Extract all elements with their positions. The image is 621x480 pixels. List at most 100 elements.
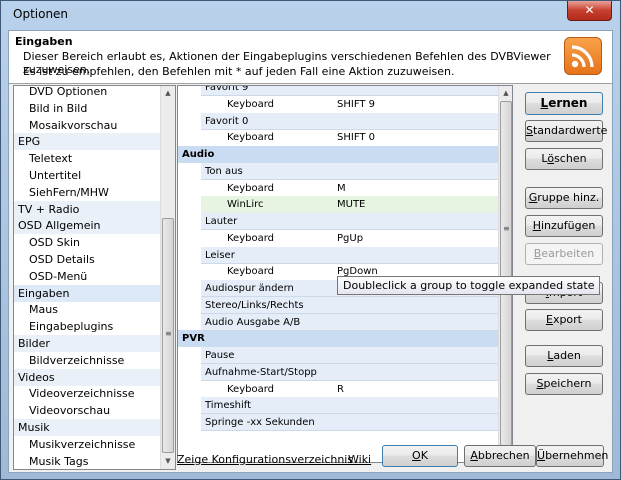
sidebar-item[interactable]: TV + Radio [14, 200, 161, 218]
sidebar-item[interactable]: Teletext [14, 150, 161, 167]
scroll-up-arrow-icon[interactable]: ▲ [161, 86, 175, 100]
input-device: Keyboard [227, 383, 275, 395]
defaults-button[interactable]: Standardwerte [525, 120, 607, 142]
command-row[interactable]: Aufnahme-Start/Stopp [201, 363, 498, 381]
ok-button[interactable]: OK [382, 445, 458, 467]
input-device: Keyboard [227, 182, 275, 194]
command-label: Favorit 9 [205, 85, 249, 93]
sidebar-item[interactable]: Eingabeplugins [14, 318, 161, 335]
command-row[interactable]: Leiser [201, 246, 498, 264]
sidebar-item-label: EPG [18, 135, 41, 149]
sidebar-item-label: Mosaikvorschau [29, 118, 118, 132]
group-row[interactable]: PVR [178, 330, 498, 348]
sidebar-item[interactable]: Bilder [14, 335, 161, 352]
command-row[interactable]: Stereo/Links/Rechts [201, 296, 498, 314]
sidebar-item[interactable]: Bild in Bild [14, 100, 161, 117]
command-label: Springe -xx Sekunden [205, 417, 315, 428]
assignment-row[interactable]: WinLirc MUTE [201, 196, 498, 214]
add-button[interactable]: Hinzufügen [525, 215, 603, 237]
command-row[interactable]: Audio Ausgabe A/B [201, 313, 498, 331]
sidebar-item[interactable]: Videovorschau [14, 402, 161, 419]
sidebar-item-label: Eingabeplugins [29, 320, 114, 334]
assignment-row[interactable]: Keyboard R [201, 381, 498, 398]
scroll-down-arrow-icon[interactable]: ▼ [161, 454, 175, 468]
command-row[interactable]: Ton aus [201, 162, 498, 180]
grip-icon: ≡ [165, 329, 172, 338]
sidebar-item-label: Bildverzeichnisse [29, 353, 125, 367]
sidebar-item-label: TV + Radio [18, 202, 80, 216]
list-scroll-thumb[interactable]: ≡ [500, 101, 512, 446]
page-description-line-2: Es ist zu empfehlen, den Befehlen mit * … [23, 65, 455, 78]
sidebar-item[interactable]: Ext. DB Unterstützung [14, 469, 161, 470]
group-row[interactable]: Audio [178, 146, 498, 163]
command-row[interactable]: Springe -xx Sekunden [201, 414, 498, 431]
dialog-client: Eingaben Dieser Bereich erlaubt es, Akti… [8, 30, 613, 473]
input-device: Keyboard [227, 266, 275, 278]
close-button[interactable]: ✕ [567, 1, 612, 21]
sidebar-item[interactable]: Musik Tags [14, 453, 161, 469]
sidebar-item[interactable]: SiehFern/MHW [14, 184, 161, 201]
command-row[interactable]: Favorit 0 [201, 112, 498, 130]
assignment-row[interactable]: Keyboard SHIFT 0 [201, 129, 498, 146]
sidebar-item-label: Videovorschau [29, 404, 111, 418]
command-label: Leiser [205, 249, 235, 261]
add-group-button[interactable]: Gruppe hinz. [525, 187, 603, 209]
sidebar-item-label: OSD Skin [29, 236, 80, 250]
input-action: M [337, 182, 346, 194]
export-button[interactable]: Export [525, 309, 603, 331]
sidebar-item[interactable]: Eingaben [14, 284, 161, 302]
sidebar-item[interactable]: Musikverzeichnisse [14, 436, 161, 453]
sidebar-item[interactable]: Mosaikvorschau [14, 117, 161, 134]
input-action: PgUp [337, 232, 364, 244]
sidebar-item[interactable]: OSD Allgemein [14, 217, 161, 235]
sidebar-item[interactable]: Maus [14, 301, 161, 318]
edit-button[interactable]: Bearbeiten [525, 243, 603, 265]
sidebar-item[interactable]: Videos [14, 368, 161, 386]
wiki-link[interactable]: Wiki [348, 453, 371, 466]
command-row[interactable]: Favorit 9 [201, 85, 498, 96]
input-assignment-list[interactable]: Springe -xx Sekunden Timeshift Keyboard R Au… [177, 85, 513, 463]
delete-button[interactable]: Löschen [525, 148, 603, 170]
input-device: Keyboard [227, 232, 275, 244]
input-action: SHIFT 0 [337, 132, 376, 144]
sidebar-item[interactable]: OSD-Menü [14, 268, 161, 285]
title-bar[interactable]: Optionen ✕ [1, 1, 620, 27]
command-row[interactable]: Timeshift [201, 397, 498, 415]
sidebar-item-label: OSD Details [29, 253, 95, 266]
sidebar-item[interactable]: OSD Skin [14, 234, 161, 251]
cancel-button[interactable]: Abbrechen [464, 445, 536, 467]
tree-scroll-thumb[interactable]: ≡ [162, 218, 174, 453]
sidebar-item-label: Videos [18, 370, 55, 384]
sidebar-item[interactable]: Untertitel [14, 167, 161, 184]
close-icon: ✕ [584, 3, 595, 17]
sidebar-item[interactable]: DVD Optionen [14, 86, 161, 100]
command-row[interactable]: Lauter [201, 213, 498, 230]
sidebar-item[interactable]: EPG [14, 133, 161, 151]
group-label: PVR [182, 333, 205, 345]
sidebar-item[interactable]: OSD Details [14, 251, 161, 268]
sidebar-item[interactable]: Videoverzeichnisse [14, 385, 161, 402]
command-label: Aufnahme-Start/Stopp [205, 366, 317, 378]
command-row[interactable]: Pause [201, 347, 498, 364]
tree-scrollbar[interactable]: ▲ ≡ ▼ [160, 86, 175, 469]
learn-button[interactable]: Lernen [525, 92, 603, 115]
scroll-up-arrow-icon[interactable]: ▲ [499, 86, 512, 100]
sidebar-item[interactable]: Musik [14, 419, 161, 436]
input-action: SHIFT 9 [337, 98, 376, 110]
sidebar-item-label: Musikverzeichnisse [29, 437, 136, 451]
list-scrollbar[interactable]: ▲ ≡ ▼ [498, 86, 512, 462]
load-button[interactable]: Laden [525, 345, 603, 367]
sidebar-item-label: Bild in Bild [29, 101, 88, 115]
group-label: Audio [182, 149, 215, 160]
apply-button[interactable]: Übernehmen [536, 445, 608, 467]
command-label: Lauter [205, 216, 238, 227]
assignment-row[interactable]: Keyboard PgUp [201, 230, 498, 247]
sidebar-item-label: Musik [18, 421, 50, 434]
assignment-row[interactable]: Keyboard SHIFT 9 [201, 96, 498, 113]
sidebar-item[interactable]: Bildverzeichnisse [14, 352, 161, 369]
assignment-row[interactable]: Keyboard M [201, 180, 498, 197]
options-tree[interactable]: Ext. DB UnterstützungMusik Tags Musikverz… [13, 85, 176, 470]
command-label: Ton aus [205, 165, 243, 177]
save-button[interactable]: Speichern [525, 373, 603, 395]
show-config-directory-link[interactable]: Zeige Konfigurationsverzeichnis [177, 453, 353, 466]
